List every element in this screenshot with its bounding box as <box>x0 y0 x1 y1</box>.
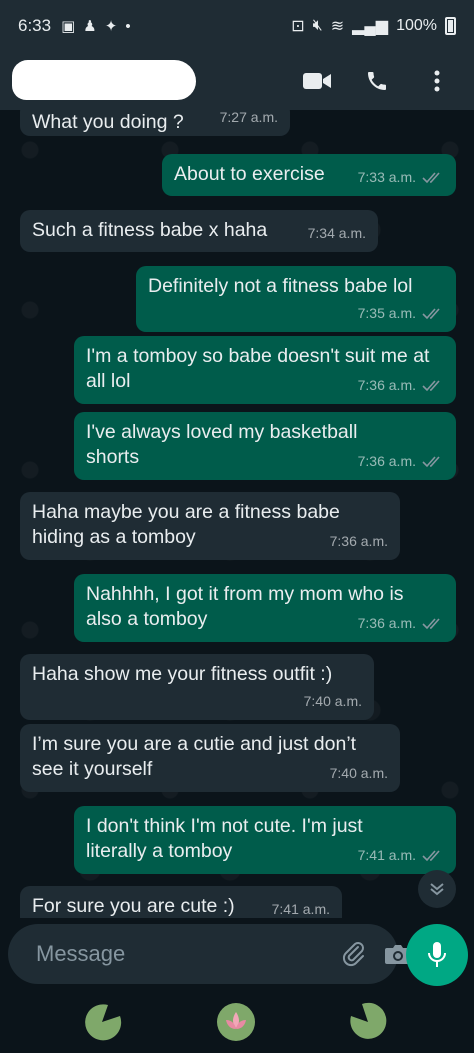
message-compose-bar <box>8 924 411 984</box>
message-incoming[interactable]: Such a fitness babe x haha 7:34 a.m. <box>20 210 378 252</box>
nav-back-button[interactable] <box>348 1002 388 1042</box>
menu-button[interactable] <box>422 66 452 96</box>
redacted-contact-name[interactable] <box>12 60 196 100</box>
read-ticks-icon <box>422 307 440 319</box>
message-time: 7:27 a.m. <box>219 110 278 125</box>
paperclip-icon <box>342 942 364 967</box>
message-time: 7:35 a.m. <box>357 305 416 321</box>
message-outgoing[interactable]: About to exercise 7:33 a.m. <box>162 154 456 196</box>
message-outgoing[interactable]: Definitely not a fitness babe lol 7:35 a… <box>136 266 456 332</box>
message-incoming[interactable]: For sure you are cute :) 7:41 a.m. <box>20 886 342 918</box>
message-outgoing[interactable]: I'm a tomboy so babe doesn't suit me at … <box>74 336 456 404</box>
mute-icon: 🔇︎ <box>312 17 323 34</box>
microphone-icon <box>428 942 446 967</box>
lock-icon: ⊡ <box>291 18 305 35</box>
message-incoming[interactable]: I’m sure you are a cutie and just don’t … <box>20 724 400 792</box>
battery-icon <box>445 17 456 35</box>
status-time: 6:33 <box>18 16 52 35</box>
message-text: What you doing ? <box>32 111 184 133</box>
message-input[interactable] <box>36 941 324 967</box>
message-text: I've always loved my basketball shorts <box>86 421 358 468</box>
dot-icon: • <box>125 17 131 35</box>
voice-message-button[interactable] <box>406 924 468 986</box>
gallery-icon: ▣ <box>61 18 76 35</box>
lily-pad-icon <box>85 1004 122 1041</box>
message-text: For sure you are cute :) <box>32 895 235 917</box>
chat-header <box>0 52 474 110</box>
video-camera-icon <box>303 73 331 89</box>
nav-home-button[interactable] <box>216 1002 256 1042</box>
status-bar: 6:33 ▣ ♟ ✦ • ⊡ 🔇︎ ≋ ▂▄▆ 100% <box>0 0 474 52</box>
message-time: 7:36 a.m. <box>357 377 416 393</box>
message-time: 7:33 a.m. <box>357 169 416 185</box>
more-vert-icon <box>434 70 440 92</box>
lily-pad-icon <box>350 1002 387 1039</box>
read-ticks-icon <box>422 849 440 861</box>
message-incoming[interactable]: What you doing ? 7:27 a.m. <box>20 110 290 136</box>
chat-messages[interactable]: What you doing ? 7:27 a.m. About to exer… <box>0 110 474 918</box>
message-time: 7:36 a.m. <box>329 533 388 549</box>
message-outgoing[interactable]: Nahhhh, I got it from my mom who is also… <box>74 574 456 642</box>
message-time: 7:34 a.m. <box>307 225 366 241</box>
message-time: 7:40 a.m. <box>329 765 388 781</box>
message-text: Haha show me your fitness outfit :) <box>32 663 333 685</box>
app-icon: ✦ <box>104 18 118 35</box>
scroll-to-bottom-button[interactable] <box>418 870 456 908</box>
message-outgoing[interactable]: I've always loved my basketball shorts 7… <box>74 412 456 480</box>
read-ticks-icon <box>422 617 440 629</box>
signal-icon: ▂▄▆ <box>352 18 389 35</box>
message-text: Definitely not a fitness babe lol <box>148 275 413 297</box>
message-time: 7:40 a.m. <box>303 693 362 709</box>
wifi-icon: ≋ <box>330 18 345 35</box>
message-text: Haha maybe you are a fitness babe hiding… <box>32 501 340 548</box>
message-outgoing[interactable]: I don't think I'm not cute. I'm just lit… <box>74 806 456 874</box>
system-icons: ⊡ 🔇︎ ≋ ▂▄▆ 100% <box>291 16 456 36</box>
lotus-icon <box>217 1003 255 1041</box>
nav-recents-button[interactable] <box>82 1002 122 1042</box>
snapchat-icon: ♟ <box>83 18 97 35</box>
read-ticks-icon <box>422 171 440 183</box>
notification-icons: ▣ ♟ ✦ • <box>61 17 131 36</box>
video-call-button[interactable] <box>302 66 332 96</box>
message-time: 7:36 a.m. <box>357 453 416 469</box>
message-time: 7:41 a.m. <box>357 847 416 863</box>
battery-label: 100% <box>396 17 437 34</box>
message-incoming[interactable]: Haha maybe you are a fitness babe hiding… <box>20 492 400 560</box>
message-incoming[interactable]: Haha show me your fitness outfit :) 7:40… <box>20 654 374 720</box>
read-ticks-icon <box>422 455 440 467</box>
message-text: Such a fitness babe x haha <box>32 219 268 241</box>
message-time: 7:36 a.m. <box>357 615 416 631</box>
message-text: About to exercise <box>174 163 325 185</box>
read-ticks-icon <box>422 379 440 391</box>
phone-icon <box>368 72 386 90</box>
system-nav-bar <box>0 990 474 1053</box>
attach-button[interactable] <box>342 939 366 969</box>
double-chevron-down-icon <box>430 883 444 896</box>
message-time: 7:41 a.m. <box>271 901 330 917</box>
voice-call-button[interactable] <box>362 66 392 96</box>
